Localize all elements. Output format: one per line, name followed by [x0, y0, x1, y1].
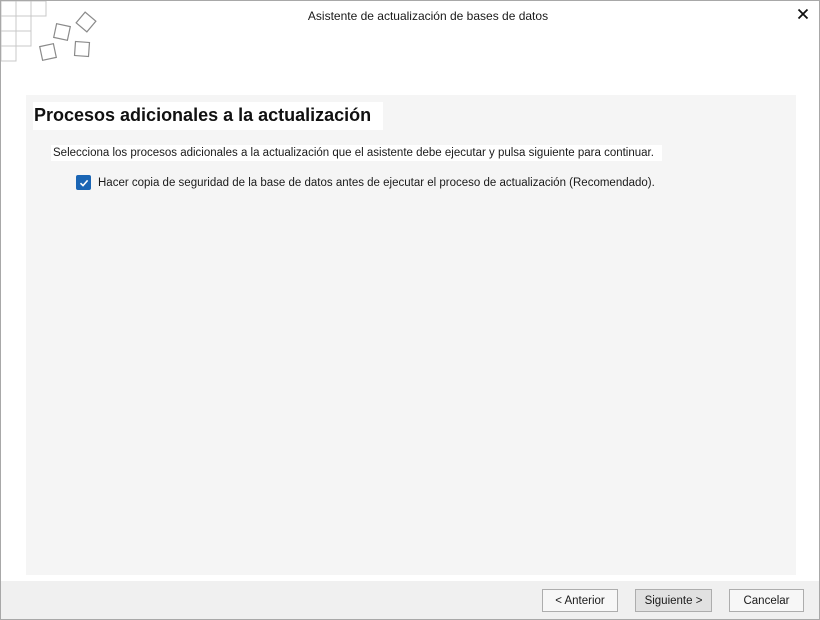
cancel-button[interactable]: Cancelar [729, 589, 804, 612]
close-button[interactable] [793, 4, 813, 24]
wizard-window: Asistente de actualización de bases de d… [0, 0, 820, 620]
wizard-content: Procesos adicionales a la actualización … [26, 95, 796, 575]
backup-option[interactable]: Hacer copia de seguridad de la base de d… [76, 175, 655, 190]
next-button[interactable]: Siguiente > [635, 589, 712, 612]
backup-checkbox[interactable] [76, 175, 91, 190]
page-title: Procesos adicionales a la actualización [33, 102, 384, 130]
close-icon [797, 8, 809, 20]
previous-button[interactable]: < Anterior [542, 589, 618, 612]
instructions-text: Selecciona los procesos adicionales a la… [51, 145, 662, 161]
window-title: Asistente de actualización de bases de d… [307, 9, 549, 23]
backup-option-label: Hacer copia de seguridad de la base de d… [98, 176, 655, 189]
checkmark-icon [79, 179, 88, 187]
wizard-footer: < Anterior Siguiente > Cancelar [1, 581, 819, 619]
title-bar: Asistente de actualización de bases de d… [1, 1, 819, 87]
